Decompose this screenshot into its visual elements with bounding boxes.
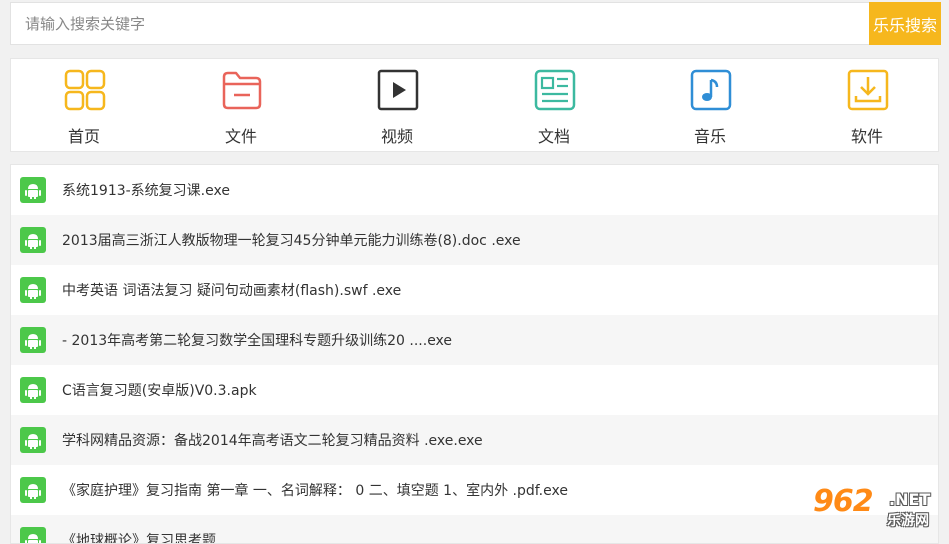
nav-label-files: 文件 (224, 127, 257, 146)
document-icon (534, 69, 576, 111)
play-icon (377, 69, 419, 111)
list-item-title: 系统1913-系统复习课.exe (62, 183, 230, 199)
nav-label-home: 首页 (67, 127, 100, 146)
android-icon (20, 277, 46, 303)
list-item[interactable]: - 2013年高考第二轮复习数学全国理科专题升级训练20 ....exe (11, 315, 938, 365)
watermark-domain: .NET (889, 490, 931, 509)
site-watermark: 962 .NET 乐游网 (813, 484, 943, 530)
nav-item-music[interactable]: 音乐 (650, 59, 770, 151)
list-item-title: - 2013年高考第二轮复习数学全国理科专题升级训练20 ....exe (62, 333, 453, 349)
search-bar: 乐乐搜索 (10, 2, 941, 45)
nav-item-home[interactable]: 首页 (24, 59, 144, 151)
nav-item-documents[interactable]: 文档 (494, 59, 614, 151)
category-nav: 首页 文件 视频 文档 音乐 软件 (10, 58, 939, 152)
list-item[interactable]: 中考英语 词语法复习 疑问句动画素材(flash).swf .exe (11, 265, 938, 315)
list-item-title: 《家庭护理》复习指南 第一章 一、名词解释： 0 二、填空题 1、室内外 .pd… (62, 483, 568, 499)
music-icon (690, 69, 732, 111)
list-item-title: 学科网精品资源：备战2014年高考语文二轮复习精品资料 .exe.exe (62, 433, 483, 449)
list-item[interactable]: 学科网精品资源：备战2014年高考语文二轮复习精品资料 .exe.exe (11, 415, 938, 465)
android-icon (20, 427, 46, 453)
watermark-site-name: 乐游网 (887, 513, 929, 529)
list-item-title: 《地球概论》复习思考题 (62, 533, 216, 544)
folder-icon (222, 71, 262, 110)
nav-item-video[interactable]: 视频 (337, 59, 457, 151)
list-item-title: C语言复习题(安卓版)V0.3.apk (62, 383, 257, 399)
android-icon (20, 227, 46, 253)
android-icon (20, 327, 46, 353)
android-icon (20, 477, 46, 503)
nav-label-documents: 文档 (537, 127, 570, 146)
nav-item-software[interactable]: 软件 (807, 59, 927, 151)
list-item[interactable]: 《家庭护理》复习指南 第一章 一、名词解释： 0 二、填空题 1、室内外 .pd… (11, 465, 938, 515)
download-icon (847, 69, 889, 111)
android-icon (20, 177, 46, 203)
list-item[interactable]: C语言复习题(安卓版)V0.3.apk (11, 365, 938, 415)
android-icon (20, 377, 46, 403)
list-item-title: 中考英语 词语法复习 疑问句动画素材(flash).swf .exe (62, 283, 402, 299)
results-list: 系统1913-系统复习课.exe 2013届高三浙江人教版物理一轮复习45分钟单… (10, 164, 939, 544)
list-item[interactable]: 《地球概论》复习思考题 (11, 515, 938, 544)
nav-label-music: 音乐 (693, 127, 726, 146)
nav-item-files[interactable]: 文件 (181, 59, 301, 151)
search-button[interactable]: 乐乐搜索 (869, 2, 941, 45)
watermark-number: 962 (813, 484, 874, 519)
search-input[interactable] (11, 3, 870, 44)
nav-label-video: 视频 (380, 127, 413, 146)
list-item[interactable]: 2013届高三浙江人教版物理一轮复习45分钟单元能力训练卷(8).doc .ex… (11, 215, 938, 265)
android-icon (20, 527, 46, 543)
grid-icon (64, 69, 106, 111)
nav-label-software: 软件 (850, 127, 883, 146)
list-item-title: 2013届高三浙江人教版物理一轮复习45分钟单元能力训练卷(8).doc .ex… (62, 233, 521, 249)
list-item[interactable]: 系统1913-系统复习课.exe (11, 165, 938, 215)
